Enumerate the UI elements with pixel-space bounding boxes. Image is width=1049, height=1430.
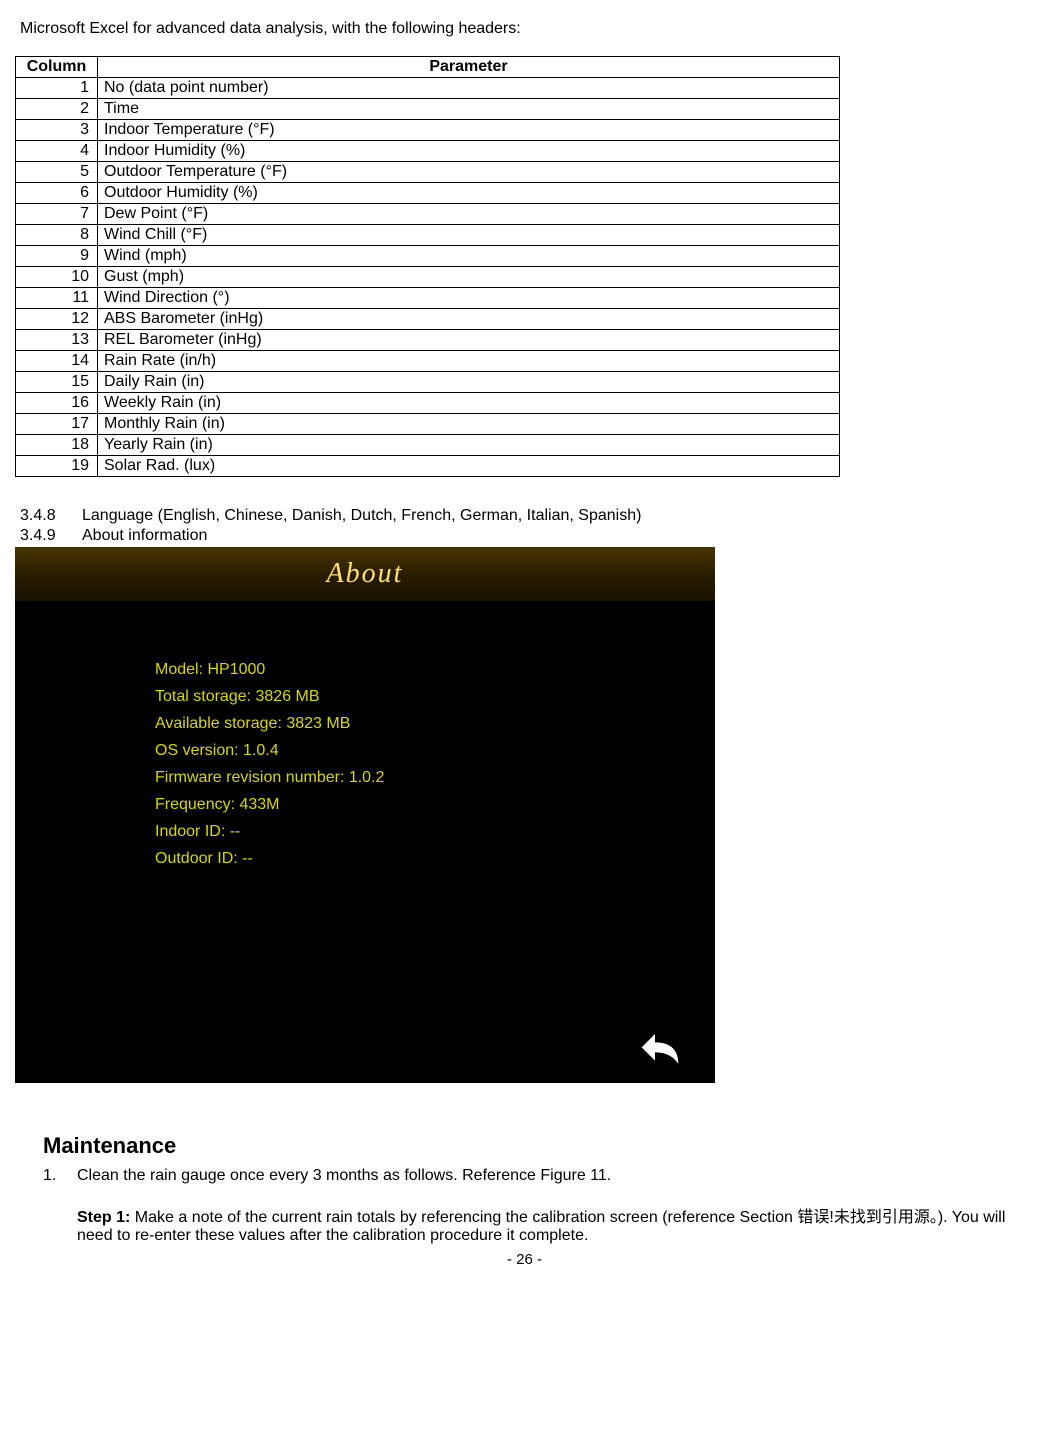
table-row: 5Outdoor Temperature (°F) (16, 162, 840, 183)
cell-column-number: 9 (16, 246, 98, 267)
table-row: 10Gust (mph) (16, 267, 840, 288)
maintenance-step-1: Step 1: Make a note of the current rain … (77, 1203, 1034, 1245)
table-row: 3Indoor Temperature (°F) (16, 120, 840, 141)
cell-column-number: 1 (16, 78, 98, 99)
cell-parameter: Yearly Rain (in) (98, 435, 840, 456)
maintenance-item-1: 1. Clean the rain gauge once every 3 mon… (43, 1167, 1034, 1185)
step-label: Step 1: (77, 1209, 130, 1226)
section-number: 3.4.9 (20, 527, 60, 545)
cell-parameter: Gust (mph) (98, 267, 840, 288)
about-title-bar: About (15, 547, 715, 601)
cell-column-number: 19 (16, 456, 98, 477)
cell-parameter: Wind Direction (°) (98, 288, 840, 309)
cell-column-number: 16 (16, 393, 98, 414)
section-number: 3.4.8 (20, 507, 60, 525)
table-row: 4Indoor Humidity (%) (16, 141, 840, 162)
back-icon[interactable] (635, 1029, 685, 1069)
cell-column-number: 7 (16, 204, 98, 225)
intro-text: Microsoft Excel for advanced data analys… (20, 20, 1034, 38)
section-348: 3.4.8 Language (English, Chinese, Danish… (20, 507, 1034, 525)
col-header-parameter: Parameter (98, 57, 840, 78)
cell-parameter: Wind Chill (°F) (98, 225, 840, 246)
parameters-table: Column Parameter 1No (data point number)… (15, 56, 840, 477)
about-info-line: Total storage: 3826 MB (155, 688, 715, 706)
table-row: 2Time (16, 99, 840, 120)
table-row: 19Solar Rad. (lux) (16, 456, 840, 477)
cell-column-number: 15 (16, 372, 98, 393)
cell-parameter: Outdoor Humidity (%) (98, 183, 840, 204)
cell-parameter: ABS Barometer (inHg) (98, 309, 840, 330)
cell-column-number: 12 (16, 309, 98, 330)
table-row: 18Yearly Rain (in) (16, 435, 840, 456)
cell-column-number: 13 (16, 330, 98, 351)
cell-column-number: 10 (16, 267, 98, 288)
section-349: 3.4.9 About information (20, 527, 1034, 545)
cell-parameter: No (data point number) (98, 78, 840, 99)
list-number: 1. (43, 1167, 59, 1185)
cell-parameter: Daily Rain (in) (98, 372, 840, 393)
table-row: 14Rain Rate (in/h) (16, 351, 840, 372)
about-info-line: OS version: 1.0.4 (155, 742, 715, 760)
about-info-line: Indoor ID: -- (155, 823, 715, 841)
about-info-line: Firmware revision number: 1.0.2 (155, 769, 715, 787)
table-row: 9Wind (mph) (16, 246, 840, 267)
section-text: Language (English, Chinese, Danish, Dutc… (82, 507, 641, 525)
cell-column-number: 4 (16, 141, 98, 162)
section-text: About information (82, 527, 207, 545)
cell-parameter: Indoor Humidity (%) (98, 141, 840, 162)
table-row: 11Wind Direction (°) (16, 288, 840, 309)
cell-parameter: Outdoor Temperature (°F) (98, 162, 840, 183)
table-row: 7Dew Point (°F) (16, 204, 840, 225)
cell-parameter: REL Barometer (inHg) (98, 330, 840, 351)
cell-parameter: Rain Rate (in/h) (98, 351, 840, 372)
about-info-line: Outdoor ID: -- (155, 850, 715, 868)
table-row: 16Weekly Rain (in) (16, 393, 840, 414)
list-text: Clean the rain gauge once every 3 months… (77, 1167, 611, 1185)
cell-column-number: 18 (16, 435, 98, 456)
table-row: 6Outdoor Humidity (%) (16, 183, 840, 204)
table-row: 15Daily Rain (in) (16, 372, 840, 393)
cell-column-number: 17 (16, 414, 98, 435)
cell-parameter: Wind (mph) (98, 246, 840, 267)
step-text: Make a note of the current rain totals b… (77, 1209, 1005, 1244)
cell-column-number: 2 (16, 99, 98, 120)
table-row: 12ABS Barometer (inHg) (16, 309, 840, 330)
table-row: 13REL Barometer (inHg) (16, 330, 840, 351)
cell-parameter: Weekly Rain (in) (98, 393, 840, 414)
cell-parameter: Time (98, 99, 840, 120)
cell-column-number: 6 (16, 183, 98, 204)
cell-parameter: Dew Point (°F) (98, 204, 840, 225)
maintenance-title: Maintenance (43, 1133, 1034, 1159)
cell-parameter: Monthly Rain (in) (98, 414, 840, 435)
table-row: 17Monthly Rain (in) (16, 414, 840, 435)
page-number: - 26 - (15, 1251, 1034, 1268)
cell-column-number: 8 (16, 225, 98, 246)
about-info-line: Model: HP1000 (155, 661, 715, 679)
about-info-line: Frequency: 433M (155, 796, 715, 814)
about-content: Model: HP1000 Total storage: 3826 MB Avail… (15, 601, 715, 868)
col-header-column: Column (16, 57, 98, 78)
table-row: 1No (data point number) (16, 78, 840, 99)
about-screenshot: About Model: HP1000 Total storage: 3826 M… (15, 547, 715, 1083)
cell-column-number: 11 (16, 288, 98, 309)
cell-column-number: 3 (16, 120, 98, 141)
table-header-row: Column Parameter (16, 57, 840, 78)
table-row: 8Wind Chill (°F) (16, 225, 840, 246)
about-info-line: Available storage: 3823 MB (155, 715, 715, 733)
cell-column-number: 14 (16, 351, 98, 372)
cell-parameter: Solar Rad. (lux) (98, 456, 840, 477)
cell-parameter: Indoor Temperature (°F) (98, 120, 840, 141)
cell-column-number: 5 (16, 162, 98, 183)
